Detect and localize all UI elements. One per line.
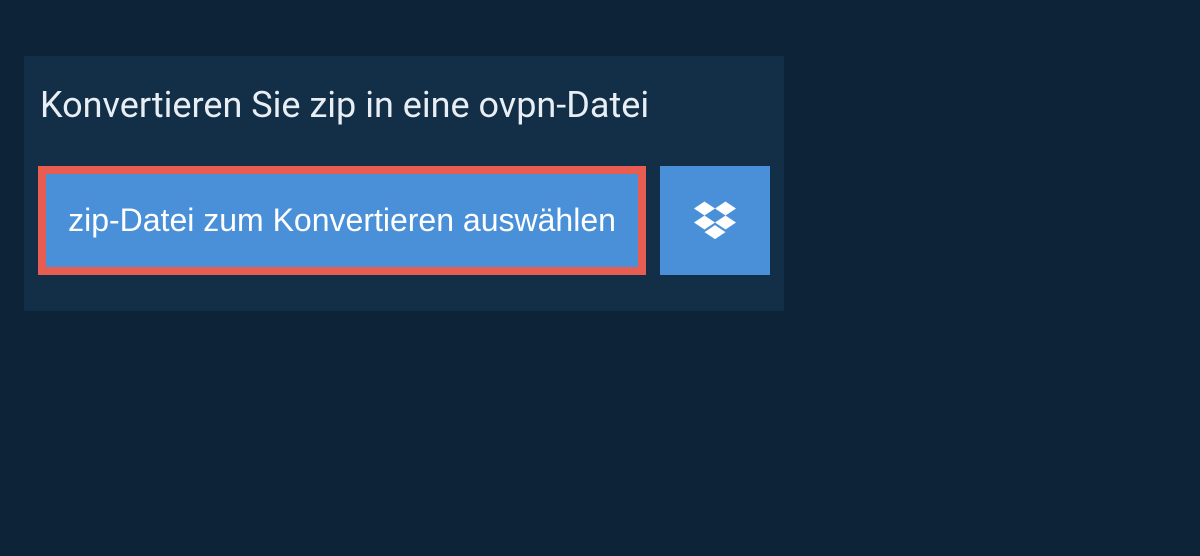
- choose-file-highlight: zip-Datei zum Konvertieren auswählen: [38, 166, 646, 275]
- dropbox-button[interactable]: [660, 166, 770, 275]
- choose-file-button[interactable]: zip-Datei zum Konvertieren auswählen: [46, 174, 638, 267]
- panel-heading: Konvertieren Sie zip in eine ovpn-Datei: [24, 56, 784, 166]
- converter-panel: Konvertieren Sie zip in eine ovpn-Datei …: [24, 56, 784, 311]
- button-row: zip-Datei zum Konvertieren auswählen: [24, 166, 784, 275]
- dropbox-icon: [694, 198, 736, 243]
